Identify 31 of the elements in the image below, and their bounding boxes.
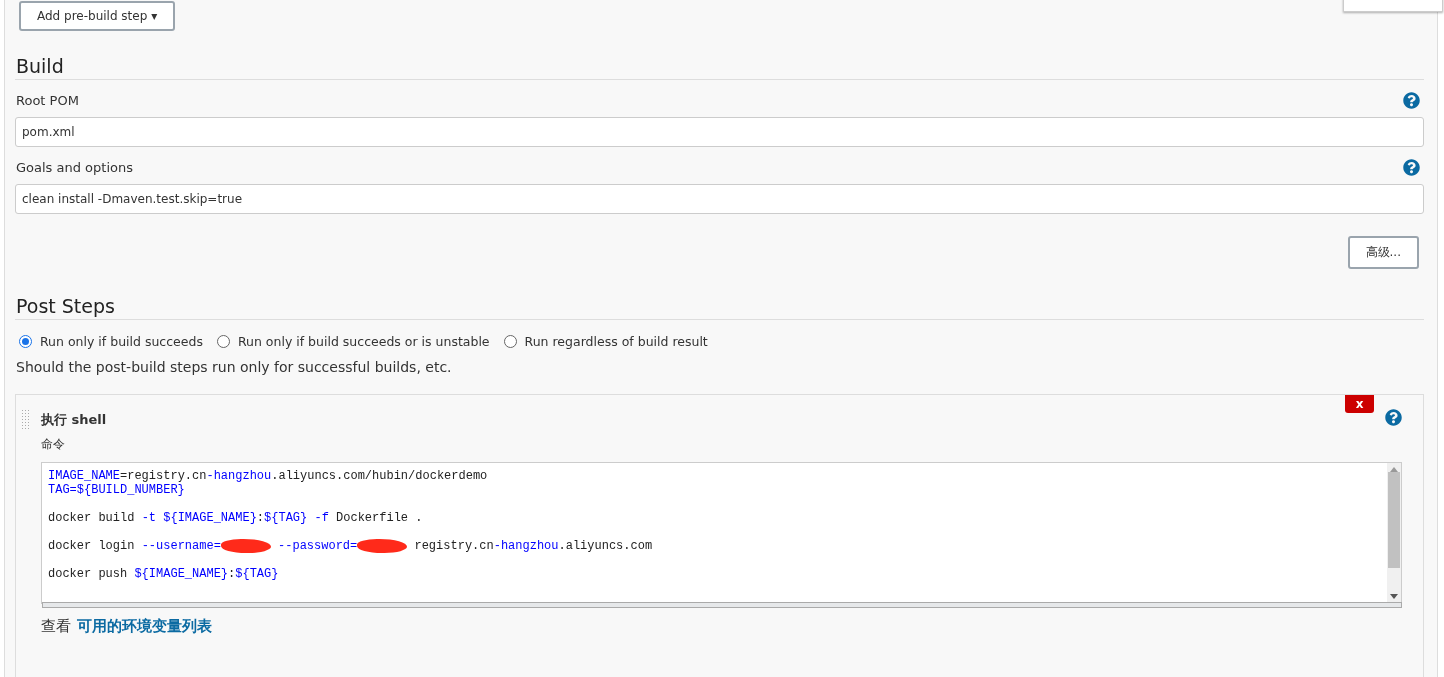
field-label: 命令 bbox=[41, 436, 66, 453]
env-variables-link[interactable]: 可用的环境变量列表 bbox=[77, 617, 212, 636]
radio-label: Run only if build succeeds or is unstable bbox=[237, 334, 490, 349]
text-field[interactable]: clean install -Dmaven.test.skip=true bbox=[15, 184, 1424, 214]
code-line: docker build -t ${IMAGE_NAME}:${TAG} -f Dockerfile . bbox=[48, 511, 424, 525]
env-prefix-text: 查看 bbox=[41, 617, 71, 636]
text-field[interactable]: pom.xml bbox=[15, 117, 1424, 147]
add-pre-build-step-button[interactable]: Add pre-build step ▾ bbox=[19, 1, 176, 31]
description-text: Should the post-build steps run only for successful builds, etc. bbox=[15, 359, 453, 375]
radio-label: Run only if build succeeds bbox=[40, 334, 203, 349]
code-line: docker push ${IMAGE_NAME}:${TAG} bbox=[48, 567, 280, 581]
radio-button[interactable] bbox=[503, 335, 517, 348]
field-label: Root POM bbox=[16, 93, 79, 108]
code-line: TAG=${BUILD_NUMBER} bbox=[48, 483, 186, 497]
code-line: IMAGE_NAME=registry.cn-hangzhou.aliyuncs.com/hubin/dockerdemo bbox=[48, 469, 489, 483]
help-icon[interactable] bbox=[1385, 409, 1402, 426]
radio-button[interactable] bbox=[216, 335, 230, 348]
code-line: docker login --username= --password= registry.cn-hangzhou.aliyuncs.com bbox=[48, 539, 654, 553]
help-icon[interactable] bbox=[1403, 92, 1420, 109]
scroll-down-icon[interactable] bbox=[1390, 594, 1398, 599]
scrollbar[interactable] bbox=[1387, 463, 1401, 603]
delete-button[interactable]: x bbox=[1345, 395, 1374, 413]
section-title: Post Steps bbox=[16, 295, 115, 317]
help-icon[interactable] bbox=[1403, 159, 1420, 176]
step-title: 执行 shell bbox=[41, 411, 107, 429]
field-label: Goals and options bbox=[16, 160, 133, 175]
radio-label: Run regardless of build result bbox=[524, 334, 708, 349]
advanced-button[interactable]: 高级... bbox=[1347, 236, 1419, 269]
radio-button[interactable] bbox=[19, 335, 32, 348]
resize-handle[interactable] bbox=[42, 602, 1402, 608]
section-title: Build bbox=[16, 55, 64, 77]
